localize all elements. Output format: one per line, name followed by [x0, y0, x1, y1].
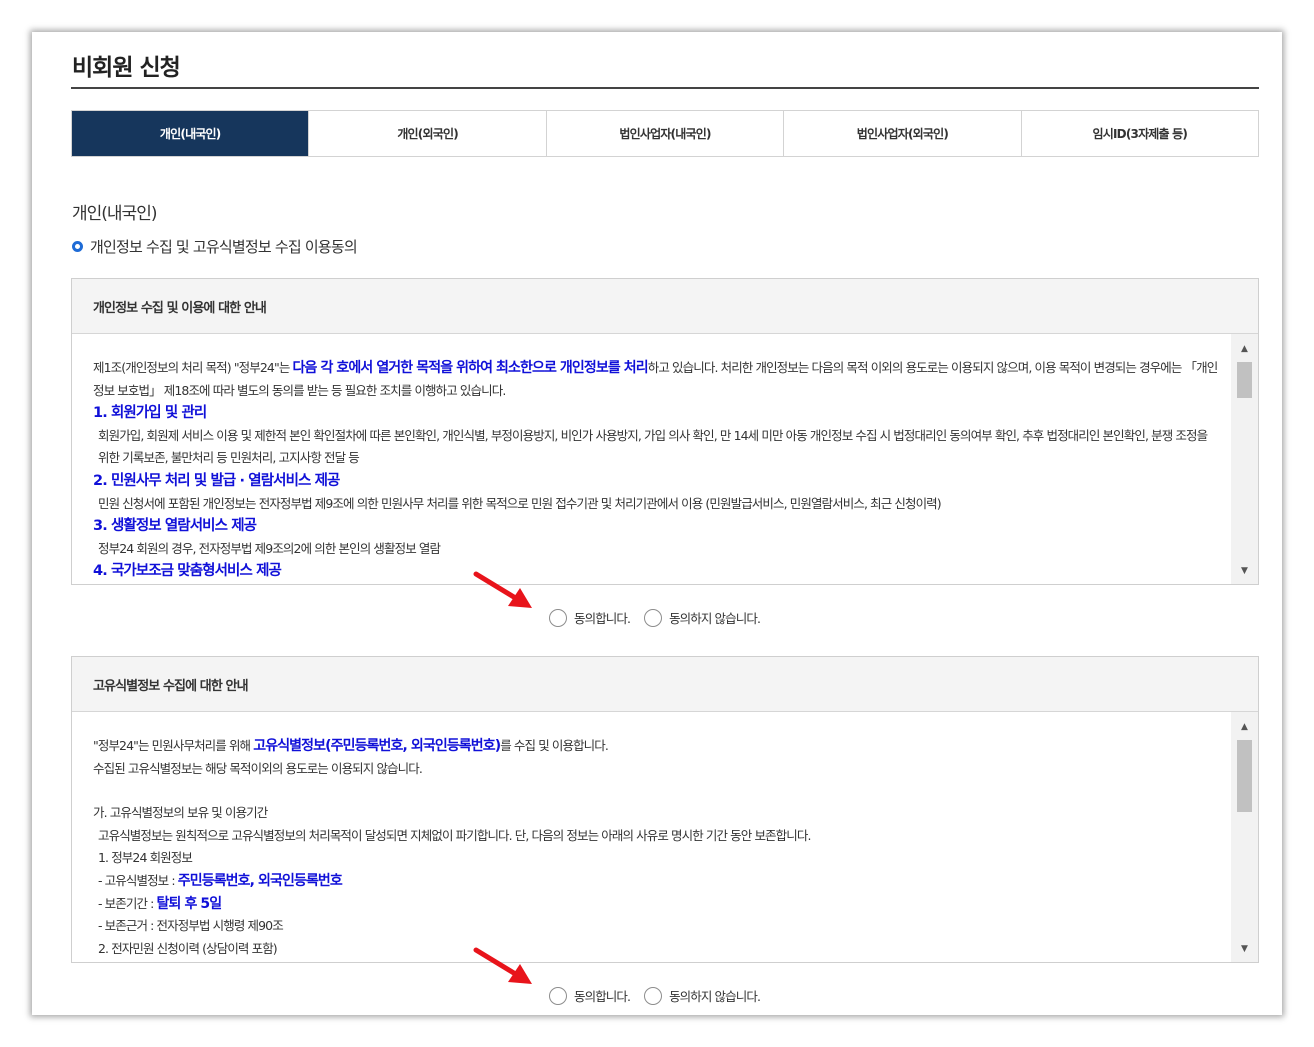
- tab-temporary-id[interactable]: 임시ID(3자제출 등): [1020, 111, 1258, 156]
- page-title: 비회원 신청: [72, 55, 181, 81]
- tab-domestic-corporation[interactable]: 법인사업자(내국인): [545, 111, 783, 156]
- unique-id-line: 수집된 고유식별정보는 해당 목적이외의 용도로는 이용되지 않습니다.: [93, 760, 423, 776]
- unique-id-line: - 보존근거 : 전자정부법 시행령 제90조: [98, 918, 284, 934]
- scroll-down-arrow-icon[interactable]: ▼: [1231, 939, 1258, 959]
- unique-id-line: 2. 전자민원 신청이력 (상담이력 포함): [98, 940, 278, 956]
- privacy-info-content: 제1조(개인정보의 처리 목적) "정부24"는 다음 각 호에서 열거한 목적…: [72, 334, 1258, 584]
- privacy-agree-radio[interactable]: [549, 608, 567, 627]
- privacy-item-text: 민원 신청서에 포함된 개인정보는 전자정부법 제9조에 의한 민원사무 처리를…: [98, 495, 942, 511]
- tab-foreign-corporation[interactable]: 법인사업자(외국인): [783, 111, 1020, 156]
- unique-id-line: 1. 정부24 회원정보: [98, 850, 193, 866]
- scroll-down-arrow-icon[interactable]: ▼: [1231, 561, 1258, 581]
- unique-id-info-header: 고유식별정보 수집에 대한 안내: [72, 657, 1258, 712]
- privacy-consent-options: 동의합니다. 동의하지 않습니다.: [549, 608, 774, 627]
- unique-id-consent-options: 동의합니다. 동의하지 않습니다.: [549, 986, 774, 1005]
- page-frame: 비회원 신청 개인(내국인) 개인(외국인) 법인사업자(내국인) 법인사업자(…: [32, 32, 1282, 1015]
- section-title: 개인(내국인): [72, 204, 157, 224]
- privacy-intro: 제1조(개인정보의 처리 목적) "정부24"는 다음 각 호에서 열거한 목적…: [93, 360, 1218, 398]
- privacy-item-text: 정부24 회원의 경우, 전자정부법 제9조의2에 의한 본인의 생활정보 열람: [98, 540, 441, 556]
- unique-id-line: - 보존기간 : 탈퇴 후 5일: [98, 895, 222, 912]
- privacy-disagree-label: 동의하지 않습니다.: [669, 611, 761, 626]
- privacy-agree-label: 동의합니다.: [574, 611, 631, 626]
- privacy-item-heading: 4. 국가보조금 맞춤형서비스 제공: [93, 563, 282, 580]
- unique-id-agree-radio[interactable]: [549, 986, 567, 1005]
- tab-foreign-individual[interactable]: 개인(외국인): [308, 111, 545, 156]
- unique-id-info-content: "정부24"는 민원사무처리를 위해 고유식별정보(주민등록번호, 외국인등록번…: [72, 712, 1258, 962]
- consent-subheading-text: 개인정보 수집 및 고유식별정보 수집 이용동의: [90, 238, 358, 256]
- scroll-up-arrow-icon[interactable]: ▲: [1231, 339, 1258, 359]
- scrollbar-thumb[interactable]: [1237, 740, 1252, 812]
- unique-id-line: 고유식별정보는 원칙적으로 고유식별정보의 처리목적이 달성되면 지체없이 파기…: [98, 827, 811, 843]
- unique-id-line: - 고유식별정보 : 주민등록번호, 외국인등록번호: [98, 872, 343, 889]
- red-arrow-annotation-icon: [473, 571, 532, 608]
- unique-id-disagree-option[interactable]: 동의하지 않습니다.: [644, 986, 761, 1005]
- privacy-info-box: 개인정보 수집 및 이용에 대한 안내 제1조(개인정보의 처리 목적) "정부…: [71, 278, 1259, 585]
- scrollbar-thumb[interactable]: [1237, 362, 1252, 398]
- privacy-info-header: 개인정보 수집 및 이용에 대한 안내: [72, 279, 1258, 334]
- unique-id-agree-label: 동의합니다.: [574, 989, 631, 1004]
- scroll-up-arrow-icon[interactable]: ▲: [1231, 717, 1258, 737]
- unique-id-info-box: 고유식별정보 수집에 대한 안내 "정부24"는 민원사무처리를 위해 고유식별…: [71, 656, 1259, 963]
- unique-id-scrollbar[interactable]: ▲ ▼: [1231, 712, 1258, 962]
- privacy-item-heading: 2. 민원사무 처리 및 발급 · 열람서비스 제공: [93, 472, 340, 489]
- privacy-item-text: 회원가입, 회원제 서비스 이용 및 제한적 본인 확인절차에 따른 본인확인,…: [98, 427, 1208, 466]
- privacy-agree-option[interactable]: 동의합니다.: [549, 608, 631, 627]
- unique-id-line: "정부24"는 민원사무처리를 위해 고유식별정보(주민등록번호, 외국인등록번…: [93, 738, 609, 754]
- consent-subheading: 개인정보 수집 및 고유식별정보 수집 이용동의: [72, 236, 358, 257]
- red-arrow-annotation-icon: [473, 947, 532, 984]
- title-divider: [71, 87, 1259, 89]
- applicant-type-tabs: 개인(내국인) 개인(외국인) 법인사업자(내국인) 법인사업자(외국인) 임시…: [71, 110, 1259, 157]
- privacy-item-heading: 3. 생활정보 열람서비스 제공: [93, 518, 257, 535]
- unique-id-disagree-label: 동의하지 않습니다.: [669, 989, 761, 1004]
- unique-id-agree-option[interactable]: 동의합니다.: [549, 986, 631, 1005]
- privacy-scrollbar[interactable]: ▲ ▼: [1231, 334, 1258, 584]
- privacy-disagree-radio[interactable]: [644, 608, 663, 627]
- privacy-item-heading: 1. 회원가입 및 관리: [93, 405, 207, 422]
- privacy-disagree-option[interactable]: 동의하지 않습니다.: [644, 608, 761, 627]
- tab-domestic-individual[interactable]: 개인(내국인): [72, 111, 309, 156]
- unique-id-subsection: 가. 고유식별정보의 보유 및 이용기간: [93, 805, 268, 821]
- bullet-ring-icon: [72, 241, 83, 252]
- unique-id-disagree-radio[interactable]: [644, 986, 663, 1005]
